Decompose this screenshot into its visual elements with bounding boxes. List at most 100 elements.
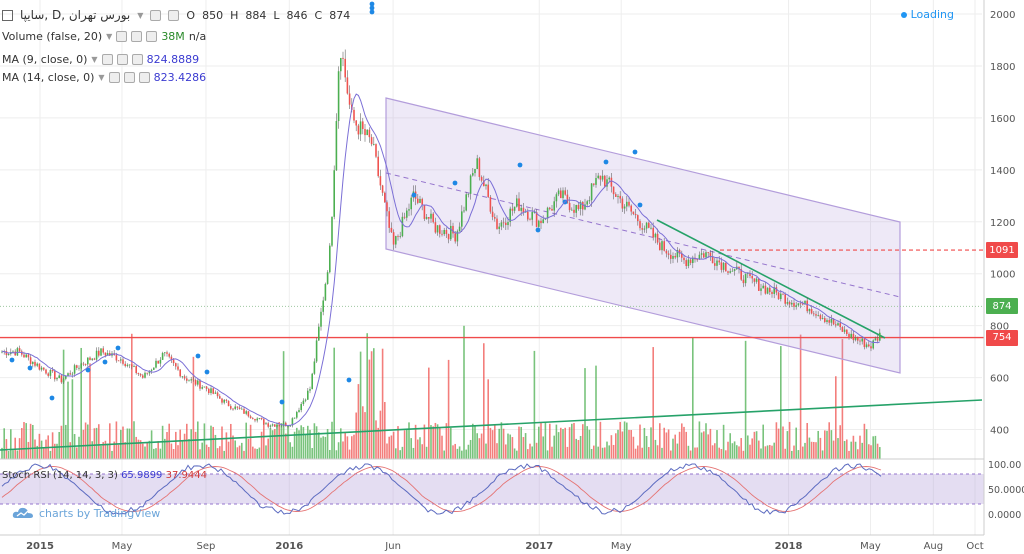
settings-icon[interactable] <box>116 54 128 65</box>
volume-bar <box>375 420 377 459</box>
volume-bar <box>311 448 313 459</box>
eye-icon[interactable] <box>108 72 120 83</box>
chevron-down-icon[interactable]: ▼ <box>91 55 97 64</box>
candle-body <box>612 186 615 195</box>
candle-body <box>232 408 234 410</box>
volume-bar <box>249 424 252 459</box>
candle-body <box>102 348 104 353</box>
x-tick-label: 2017 <box>525 541 553 552</box>
candle-body <box>144 372 146 378</box>
eye-icon[interactable] <box>101 54 113 65</box>
candle-body <box>287 426 289 427</box>
volume-bar <box>645 436 648 459</box>
volume-bar <box>142 443 144 459</box>
volume-bar <box>538 426 540 459</box>
candle-body <box>225 399 228 401</box>
candle-body <box>652 227 654 238</box>
volume-bar <box>423 424 426 459</box>
candle-body <box>408 209 410 211</box>
volume-bar <box>683 426 685 459</box>
volume-bar <box>368 359 371 459</box>
collapse-icon[interactable] <box>2 9 13 21</box>
candle-body <box>687 259 690 267</box>
volume-bar <box>51 432 54 459</box>
settings-icon[interactable] <box>123 72 135 83</box>
volume-bar <box>106 443 109 459</box>
candle-body <box>238 407 241 409</box>
volume-bar <box>7 450 10 459</box>
volume-bar <box>377 427 379 459</box>
candle-body <box>32 361 34 364</box>
candle-body <box>216 392 219 397</box>
candle-body <box>797 303 800 306</box>
candle-body <box>802 303 804 305</box>
volume-bar <box>857 449 859 459</box>
volume-bar <box>175 431 177 459</box>
candle-body <box>337 71 340 122</box>
volume-bar <box>694 447 696 459</box>
candle-body <box>366 129 368 136</box>
volume-bar <box>307 425 309 459</box>
close-icon[interactable] <box>146 31 158 42</box>
close-icon[interactable] <box>138 72 150 83</box>
candle-body <box>329 245 331 273</box>
rsi-tick-label: 100.00 <box>988 460 1021 471</box>
candle-body <box>868 344 870 347</box>
candle-body <box>859 340 861 342</box>
candle-body <box>830 318 833 323</box>
volume-bar <box>698 421 701 459</box>
tradingview-watermark[interactable]: charts by TradingView <box>12 506 160 520</box>
candle-body <box>766 287 769 294</box>
candle-body <box>639 221 641 229</box>
eye-icon[interactable] <box>150 9 162 21</box>
candle-body <box>318 326 320 341</box>
candle-body <box>542 219 544 224</box>
volume-bar <box>14 437 16 459</box>
candle-body <box>445 229 448 235</box>
close-icon[interactable] <box>131 54 143 65</box>
candle-body <box>597 175 599 179</box>
volume-bar <box>700 432 703 459</box>
candle-body <box>718 260 720 263</box>
candle-body <box>302 400 305 404</box>
candle-body <box>58 375 60 379</box>
candle-body <box>731 270 734 272</box>
candle-body <box>683 257 685 261</box>
volume-bar <box>392 431 395 459</box>
y-tick-label: 1400 <box>990 166 1015 177</box>
candle-body <box>62 378 65 383</box>
settings-icon[interactable] <box>168 9 180 21</box>
volume-bar <box>731 443 734 459</box>
signal-dot <box>632 149 638 155</box>
candle-body <box>843 329 846 332</box>
candle-body <box>252 418 254 419</box>
volume-bar <box>544 421 547 459</box>
candle-body <box>179 369 181 377</box>
volume-bar <box>703 431 705 459</box>
chevron-down-icon[interactable]: ▼ <box>137 11 143 20</box>
chevron-down-icon[interactable]: ▼ <box>98 73 104 82</box>
volume-bar <box>104 440 107 459</box>
volume-bar <box>205 444 208 459</box>
y-tick-label: 2000 <box>990 10 1015 21</box>
candle-body <box>203 386 206 388</box>
volume-bar <box>489 427 492 459</box>
settings-icon[interactable] <box>131 31 143 42</box>
volume-bar <box>258 447 261 459</box>
candle-body <box>480 176 483 181</box>
candle-body <box>324 283 327 301</box>
candle-body <box>865 344 868 348</box>
candle-body <box>296 411 298 418</box>
candle-body <box>795 305 797 307</box>
candle-body <box>45 369 47 374</box>
candle-body <box>753 278 756 282</box>
volume-bar <box>87 424 89 459</box>
y-tick-label: 1000 <box>990 270 1015 281</box>
eye-icon[interactable] <box>116 31 128 42</box>
volume-bar <box>612 444 615 459</box>
chevron-down-icon[interactable]: ▼ <box>106 32 112 41</box>
candle-body <box>824 318 826 322</box>
candle-body <box>357 125 360 135</box>
volume-bar <box>518 426 520 459</box>
volume-bar <box>450 427 452 459</box>
